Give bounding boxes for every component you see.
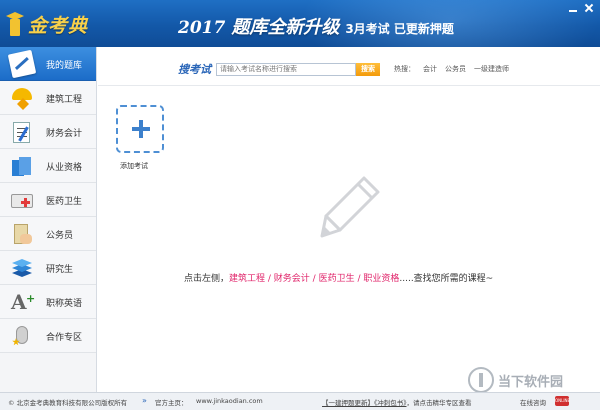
divider: [98, 85, 600, 86]
letter-a-plus-icon: A +: [11, 290, 36, 314]
construction-helmet-icon: [10, 86, 34, 110]
sidebar-item-label: 公务员: [46, 231, 74, 241]
footer-link-update[interactable]: 【一建押题更新】: [322, 399, 374, 407]
sidebar-item-label: 研究生: [46, 265, 74, 275]
sidebar-item-accounting[interactable]: 财务会计: [0, 115, 96, 149]
sidebar-item-construction[interactable]: 建筑工程: [0, 81, 96, 115]
footer-link-book[interactable]: 《冲刺包书》: [374, 399, 407, 407]
sidebar-item-qualification[interactable]: 从业资格: [0, 149, 96, 183]
hint-separator: /: [265, 274, 274, 284]
footer-copyright: © 北京金考典教育科技有限公司版权所有: [8, 399, 128, 407]
medical-kit-icon: [10, 188, 34, 212]
banner-year: 2017: [178, 18, 226, 38]
app-header: 金考典 2017 题库全新升级 3月考试 已更新押题: [0, 0, 600, 47]
hot-search-link[interactable]: 会计: [423, 64, 437, 74]
logo-text: 金考典: [28, 14, 89, 37]
sidebar-item-label: 我的题库: [46, 61, 83, 71]
sidebar-item-graduate[interactable]: 研究生: [0, 251, 96, 285]
layers-icon: [10, 256, 34, 280]
online-badge-icon[interactable]: ONLINE: [555, 396, 570, 406]
online-consult-link[interactable]: 在线咨询: [520, 397, 546, 407]
search-input[interactable]: [216, 62, 356, 76]
sidebar-item-my-library[interactable]: 我的题库: [0, 47, 96, 81]
my-library-icon: [7, 49, 37, 79]
hint-link-qualification[interactable]: 职业资格: [363, 274, 399, 284]
search-title: 搜考试: [178, 63, 211, 76]
hint-suffix: .....查找您所需的课程~: [399, 274, 494, 284]
footer-link-suffix: ，请点击精华专区查看: [406, 399, 472, 407]
sidebar-item-label: 合作专区: [46, 333, 83, 343]
hint-link-accounting[interactable]: 财务会计: [274, 274, 310, 284]
sidebar-item-label: 从业资格: [46, 163, 83, 173]
sidebar-item-label: 医药卫生: [46, 197, 83, 207]
civil-document-icon: [10, 222, 34, 246]
sidebar: 我的题库 建筑工程 财务会计 从业资格 医药卫生 公务员 研究生 A + 职称英语…: [0, 47, 97, 392]
add-exam-button[interactable]: [116, 105, 164, 153]
hint-link-construction[interactable]: 建筑工程: [229, 274, 265, 284]
logo-mark-icon: [6, 12, 24, 36]
banner-main: 题库全新升级: [231, 17, 340, 38]
add-exam-label: 添加考试: [120, 162, 148, 170]
plus-icon-bar: [132, 127, 150, 131]
double-chevron-icon: »: [142, 396, 147, 405]
promo-banner: 2017 题库全新升级 3月考试 已更新押题: [178, 13, 454, 39]
sidebar-item-label: 建筑工程: [46, 95, 83, 105]
sidebar-item-english[interactable]: A + 职称英语: [0, 285, 96, 319]
sidebar-item-label: 职称英语: [46, 299, 83, 309]
accounting-sheet-icon: [10, 120, 34, 144]
status-footer: © 北京金考典教育科技有限公司版权所有 » 官方主页： www.jinkaodi…: [0, 392, 600, 410]
watermark-logo-icon: [468, 367, 494, 393]
sidebar-item-civil-servant[interactable]: 公务员: [0, 217, 96, 251]
banner-sub: 3月考试 已更新押题: [345, 22, 454, 36]
hot-search-link[interactable]: 公务员: [445, 64, 466, 74]
hint-separator: /: [309, 274, 319, 284]
hint-prefix: 点击左侧，: [184, 274, 230, 284]
sidebar-item-label: 财务会计: [46, 129, 83, 139]
watermark-text: 当下软件园: [498, 374, 564, 390]
footer-home-label: 官方主页：: [155, 399, 188, 407]
hint-text: 点击左侧，建筑工程 / 财务会计 / 医药卫生 / 职业资格.....查找您所需…: [184, 271, 493, 284]
main-content: 搜考试 搜索 热搜： 会计 公务员 一级建造师 添加考试 点击左侧，建筑工程 /…: [98, 47, 600, 392]
cooperation-pin-icon: [10, 324, 34, 348]
window-controls: [568, 3, 594, 13]
sidebar-item-medical[interactable]: 医药卫生: [0, 183, 96, 217]
pencil-icon: [320, 176, 380, 238]
app-logo: 金考典: [6, 10, 88, 38]
hot-search-link[interactable]: 一级建造师: [474, 64, 509, 74]
close-icon[interactable]: [584, 3, 594, 13]
hint-link-medical[interactable]: 医药卫生: [319, 274, 355, 284]
hot-search: 热搜： 会计 公务员 一级建造师: [394, 64, 509, 74]
search-bar: 搜考试 搜索 热搜： 会计 公务员 一级建造师: [178, 62, 509, 76]
hot-search-label: 热搜：: [394, 65, 415, 73]
footer-links: 【一建押题更新】《冲刺包书》，请点击精华专区查看: [322, 397, 472, 407]
search-button[interactable]: 搜索: [356, 62, 380, 76]
footer-home-link[interactable]: www.jinkaodian.com: [196, 397, 263, 405]
books-icon: [10, 154, 34, 178]
watermark: 当下软件园: [468, 367, 563, 393]
minimize-icon[interactable]: [568, 3, 578, 13]
sidebar-item-cooperation[interactable]: 合作专区: [0, 319, 96, 353]
